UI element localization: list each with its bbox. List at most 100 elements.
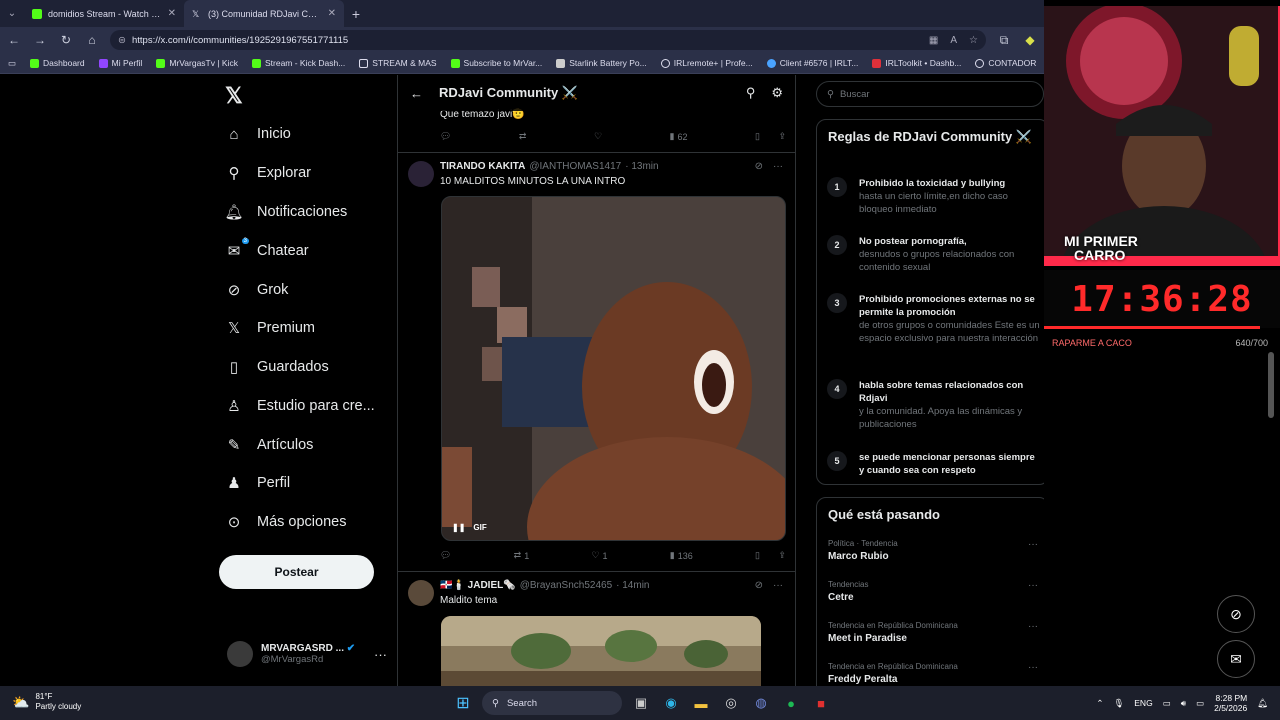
repost-button[interactable]: ⇄ 1 bbox=[514, 550, 530, 561]
tab-list-menu[interactable]: ⌄ bbox=[0, 0, 24, 27]
nav-estudio[interactable]: ♙ Estudio para cre... bbox=[225, 397, 374, 415]
nav-guardados[interactable]: ▯ Guardados bbox=[225, 358, 329, 376]
windows-start-icon[interactable]: ⊞ bbox=[452, 692, 474, 714]
more-icon[interactable]: ··· bbox=[374, 647, 387, 662]
bookmark-icon[interactable]: ▯ bbox=[755, 131, 760, 142]
settings-gear-icon[interactable]: ⚙ bbox=[771, 85, 783, 101]
tab-kick-stream[interactable]: domidios Stream - Watch Live on ✕ bbox=[24, 0, 184, 27]
bookmark-item[interactable]: Starlink Battery Po... bbox=[556, 58, 647, 68]
avatar[interactable] bbox=[408, 580, 434, 606]
taskbar-search[interactable]: ⚲ Search bbox=[482, 691, 622, 715]
avatar[interactable] bbox=[408, 161, 434, 187]
language-indicator[interactable]: ENG bbox=[1134, 698, 1152, 708]
app-icon[interactable]: ■ bbox=[810, 692, 832, 714]
nav-chatear[interactable]: ✉ 3 Chatear bbox=[225, 238, 309, 260]
views-button[interactable]: ▮ 62 bbox=[670, 131, 688, 142]
close-icon[interactable]: ✕ bbox=[328, 8, 336, 19]
weather-widget[interactable]: ⛅ 81°F Partly cloudy bbox=[12, 692, 81, 712]
close-icon[interactable]: ✕ bbox=[168, 8, 176, 19]
more-icon[interactable]: ··· bbox=[773, 161, 783, 172]
more-icon[interactable]: ··· bbox=[1028, 580, 1038, 591]
nav-perfil[interactable]: ♟ Perfil bbox=[225, 474, 290, 492]
grok-icon[interactable]: ⊘ bbox=[755, 580, 763, 591]
bookmark-item[interactable]: CONTADOR bbox=[975, 58, 1036, 68]
nav-mas-opciones[interactable]: ⊙ Más opciones bbox=[225, 513, 347, 531]
bookmark-icon[interactable]: ▯ bbox=[755, 550, 760, 561]
back-arrow-icon[interactable]: ← bbox=[410, 86, 423, 101]
nav-articulos[interactable]: ✎ Artículos bbox=[225, 436, 314, 454]
bookmark-item[interactable]: Dashboard bbox=[30, 58, 85, 68]
reader-icon[interactable]: ▦ bbox=[929, 35, 938, 46]
reply-icon[interactable]: 💬︎ bbox=[440, 131, 451, 142]
spotify-icon[interactable]: ● bbox=[780, 692, 802, 714]
home-icon[interactable]: ⌂ bbox=[84, 33, 100, 47]
author-name[interactable]: 🇩🇴🕯️ JADIEL🗞️ bbox=[440, 580, 516, 591]
trend-item[interactable]: Tendencias Cetre ··· bbox=[828, 580, 1038, 603]
share-icon[interactable]: ⇪ bbox=[778, 131, 786, 142]
nav-grok[interactable]: ⊘ Grok bbox=[225, 281, 289, 299]
views-button[interactable]: ▮ 136 bbox=[670, 550, 693, 561]
messages-fab-button[interactable]: ✉ bbox=[1217, 640, 1255, 678]
bookmark-item[interactable]: IRLToolkit • Dashb... bbox=[872, 58, 961, 68]
bookmark-item[interactable]: Stream - Kick Dash... bbox=[251, 58, 345, 68]
battery-icon[interactable]: ▭ bbox=[1196, 698, 1204, 709]
site-info-icon[interactable]: ⊜ bbox=[118, 35, 126, 46]
more-icon[interactable]: ··· bbox=[1028, 539, 1038, 550]
trend-item[interactable]: Tendencia en República Dominicana Freddy … bbox=[828, 662, 1038, 685]
url-field[interactable]: ⊜ https://x.com/i/communities/1925291967… bbox=[110, 30, 986, 50]
grok-icon[interactable]: ⊘ bbox=[755, 161, 763, 172]
notifications-icon[interactable]: 🔔︎ bbox=[1257, 698, 1268, 709]
bookmark-item[interactable]: Client #6576 | IRLT... bbox=[766, 58, 858, 68]
author-name[interactable]: TIRANDO KAKITA bbox=[440, 161, 525, 172]
trend-item[interactable]: Política · Tendencia Marco Rubio ··· bbox=[828, 539, 1038, 562]
tab-x-community[interactable]: 𝕏 (3) Comunidad RDJavi Community ✕ bbox=[184, 0, 344, 27]
bookmark-item[interactable]: Subscribe to MrVar... bbox=[450, 58, 542, 68]
clock[interactable]: 8:28 PM 2/5/2026 bbox=[1214, 693, 1247, 713]
reload-icon[interactable]: ↻ bbox=[58, 33, 74, 47]
volume-icon[interactable]: 🔊︎ bbox=[1181, 698, 1186, 709]
bookmark-item[interactable]: MrVargasTv | Kick bbox=[156, 58, 238, 68]
wallet-icon[interactable]: ◆ bbox=[1022, 33, 1038, 47]
task-view-icon[interactable]: ▣ bbox=[630, 692, 652, 714]
nav-explorar[interactable]: ⚲ Explorar bbox=[225, 164, 312, 182]
discord-icon[interactable]: ◍ bbox=[750, 692, 772, 714]
edge-icon[interactable]: ◉ bbox=[660, 692, 682, 714]
nav-notificaciones[interactable]: 🔔︎ Notificaciones bbox=[224, 203, 347, 221]
chevron-up-icon[interactable]: ⌃ bbox=[1096, 698, 1103, 709]
gif-media[interactable]: ❚❚ GIF bbox=[441, 196, 786, 541]
post-media[interactable] bbox=[441, 616, 761, 686]
nav-premium[interactable]: 𝕏 Premium bbox=[225, 319, 315, 337]
author-handle[interactable]: @BrayanSnch52465 bbox=[520, 580, 612, 591]
network-icon[interactable]: ▭ bbox=[1163, 698, 1171, 709]
file-explorer-icon[interactable]: ▬ bbox=[690, 692, 712, 714]
nav-inicio[interactable]: ⌂ Inicio bbox=[225, 125, 290, 143]
more-icon[interactable]: ··· bbox=[773, 580, 783, 591]
bookmark-item[interactable]: IRLremote+ | Profe... bbox=[660, 58, 753, 68]
scrollbar-thumb[interactable] bbox=[1268, 352, 1274, 418]
microphone-icon[interactable]: 🎙︎ bbox=[1113, 698, 1124, 709]
translate-icon[interactable]: A bbox=[950, 35, 957, 46]
account-switcher[interactable]: MRVARGASRD ... ✔ @MrVargasRd ··· bbox=[227, 641, 387, 667]
bookmark-item[interactable]: Mi Perfil bbox=[98, 58, 142, 68]
trend-item[interactable]: Tendencia en República Dominicana Meet in… bbox=[828, 621, 1038, 644]
pause-icon[interactable]: ❚❚ bbox=[452, 523, 465, 532]
more-icon[interactable]: ··· bbox=[1028, 662, 1038, 673]
search-input[interactable]: ⚲ Buscar bbox=[816, 81, 1044, 107]
extensions-icon[interactable]: ⧉ bbox=[996, 33, 1012, 48]
author-handle[interactable]: @IANTHOMAS1417 bbox=[529, 161, 621, 172]
back-icon[interactable]: ← bbox=[6, 33, 22, 47]
search-icon[interactable]: ⚲ bbox=[746, 85, 756, 101]
share-icon[interactable]: ⇪ bbox=[778, 550, 786, 561]
favorite-star-icon[interactable]: ☆ bbox=[969, 35, 978, 46]
reply-icon[interactable]: 💬︎ bbox=[440, 550, 451, 561]
bookmarks-menu-icon[interactable]: ▭ bbox=[8, 58, 16, 69]
like-icon[interactable]: ♡ bbox=[594, 131, 602, 142]
forward-icon[interactable]: → bbox=[32, 33, 48, 47]
x-logo-icon[interactable]: 𝕏 bbox=[225, 83, 243, 109]
like-button[interactable]: ♡ 1 bbox=[591, 550, 607, 561]
obs-icon[interactable]: ◎ bbox=[720, 692, 742, 714]
more-icon[interactable]: ··· bbox=[1028, 621, 1038, 632]
grok-fab-button[interactable]: ⊘ bbox=[1217, 595, 1255, 633]
repost-icon[interactable]: ⇄ bbox=[519, 131, 527, 142]
post-button[interactable]: Postear bbox=[219, 555, 374, 589]
